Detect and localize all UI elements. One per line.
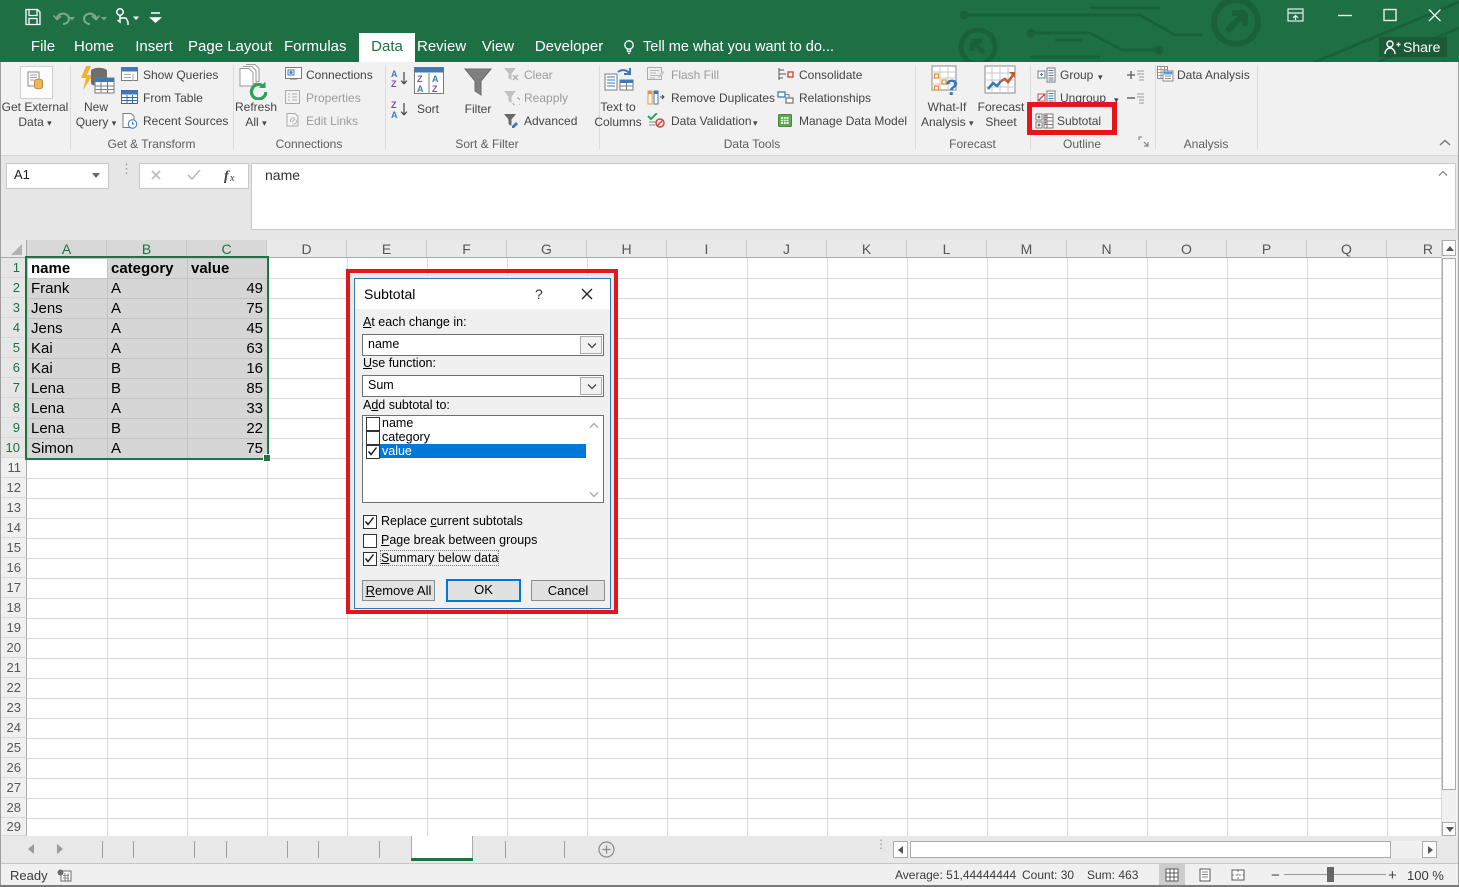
svg-text:A: A [432,74,439,84]
svg-text:A: A [417,84,424,94]
svg-text:Z: Z [417,74,423,84]
svg-text:Z: Z [391,79,397,89]
svg-text:A: A [391,110,398,120]
svg-text:?: ? [945,75,958,99]
svg-text:x: x [229,173,235,183]
svg-text:Z: Z [391,100,397,110]
svg-text:A: A [391,69,398,79]
svg-text:Z: Z [432,84,438,94]
